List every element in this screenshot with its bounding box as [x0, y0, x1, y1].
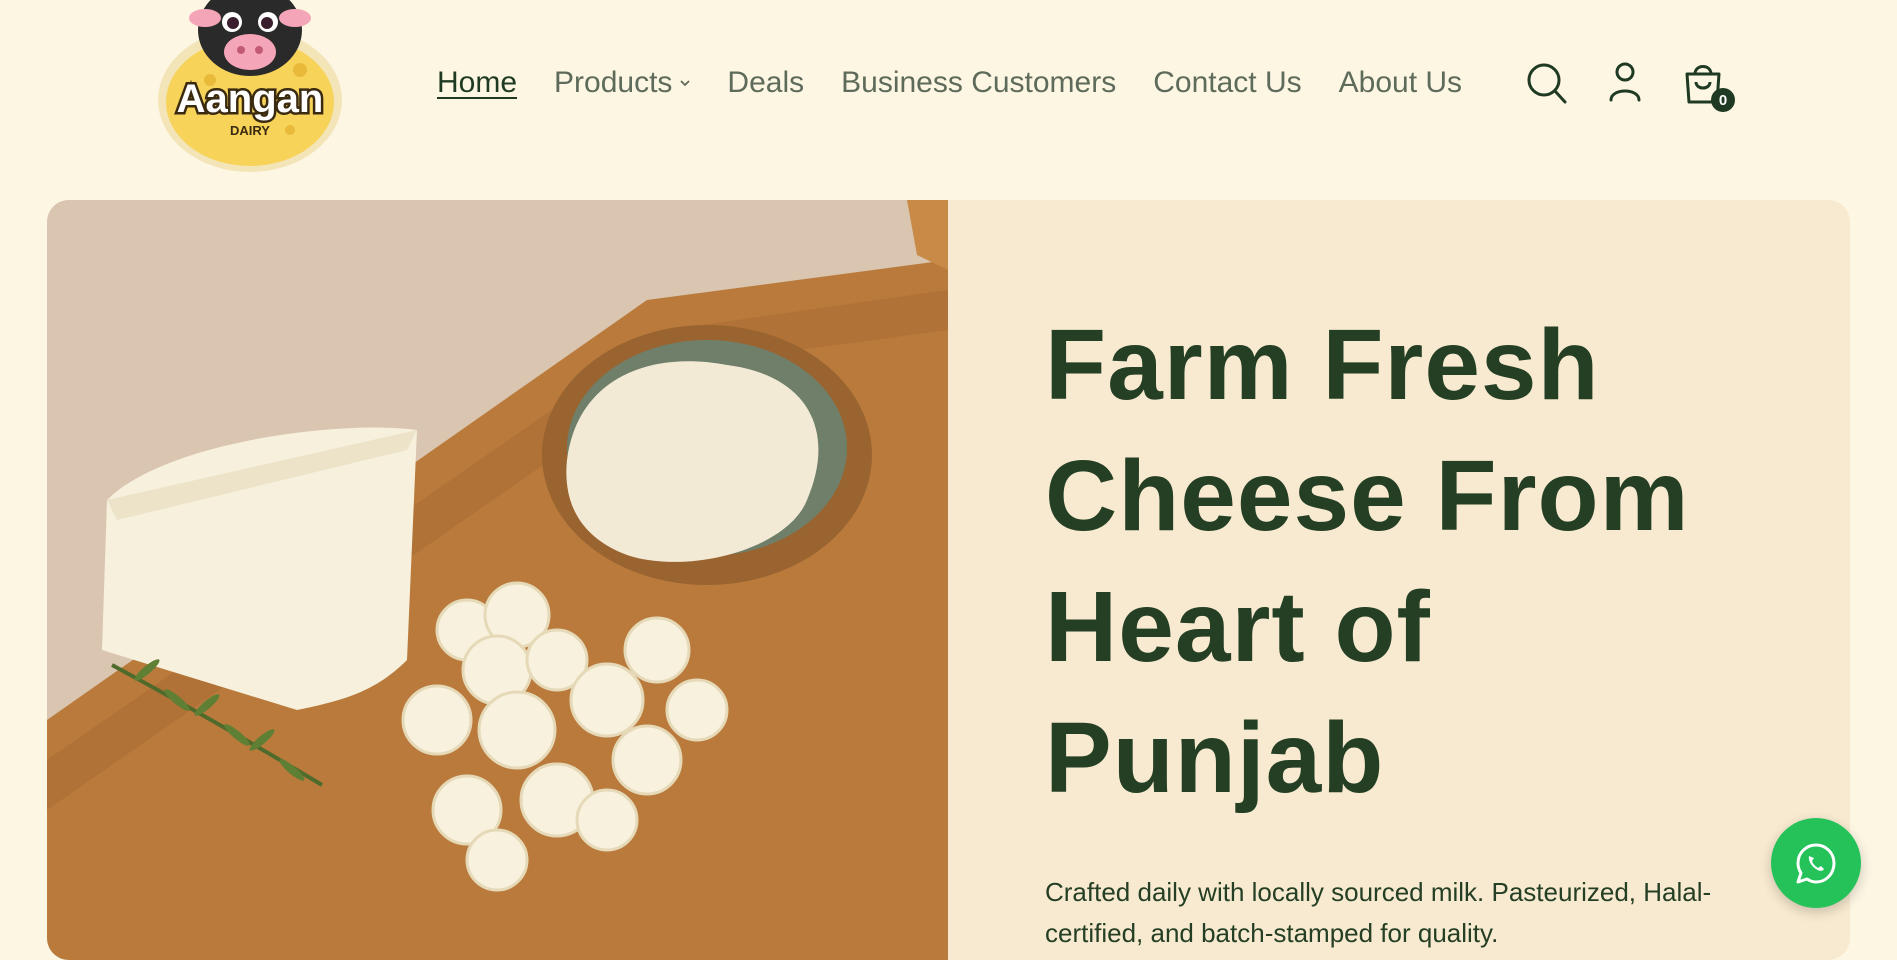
nav-business-customers[interactable]: Business Customers: [841, 66, 1116, 100]
logo-tagline: DAIRY: [230, 123, 270, 138]
nav-home[interactable]: Home: [437, 66, 517, 100]
main-nav: Home Products Deals Business Customers C…: [437, 66, 1499, 100]
nav-products[interactable]: Products: [554, 66, 691, 100]
search-icon: [1527, 63, 1567, 104]
whatsapp-icon: [1796, 843, 1836, 884]
nav-about-us[interactable]: About Us: [1339, 66, 1462, 100]
search-button[interactable]: [1525, 58, 1569, 106]
whatsapp-chat-button[interactable]: [1771, 818, 1861, 908]
nav-contact-us[interactable]: Contact Us: [1153, 66, 1301, 100]
logo-wordmark: Aangan: [177, 77, 324, 121]
nav-deals[interactable]: Deals: [727, 66, 804, 100]
hero-title-line: Punjab: [1045, 702, 1385, 814]
hero-title: Farm Fresh Cheese From Heart of Punjab: [1045, 300, 1765, 824]
cheese-board-image: [47, 200, 948, 960]
site-header: Aangan DAIRY Home Products Deals Busines…: [0, 0, 1897, 190]
cart-count-badge: 0: [1711, 88, 1735, 112]
aangan-logo[interactable]: Aangan DAIRY: [150, 0, 350, 180]
hero-text: Farm Fresh Cheese From Heart of Punjab C…: [1045, 300, 1765, 954]
user-icon: [1609, 62, 1641, 102]
hero-title-line: Cheese From: [1045, 440, 1690, 552]
header-actions: 0: [1525, 58, 1759, 112]
chevron-down-icon: [680, 80, 691, 87]
hero-title-line: Farm Fresh: [1045, 309, 1600, 421]
nav-products-label: Products: [554, 66, 673, 99]
hero-banner: Farm Fresh Cheese From Heart of Punjab C…: [47, 200, 1850, 960]
account-button[interactable]: [1603, 58, 1647, 106]
hero-title-line: Heart of: [1045, 571, 1431, 683]
cart-button[interactable]: 0: [1681, 58, 1735, 112]
